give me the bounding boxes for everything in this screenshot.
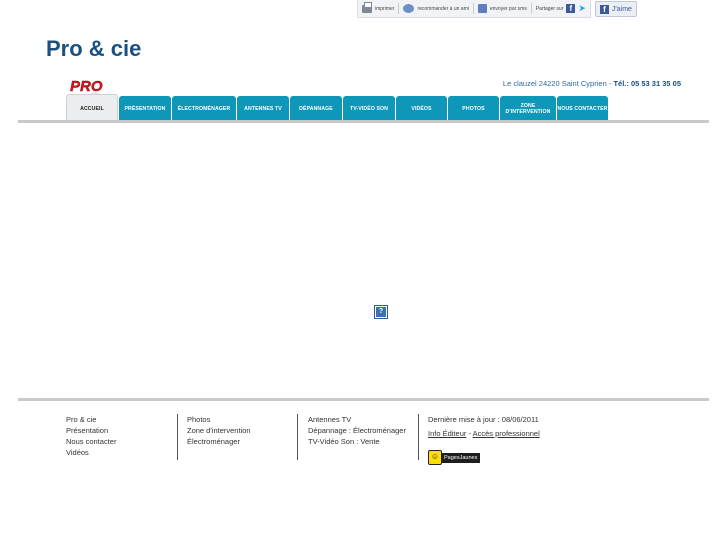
mail-icon bbox=[477, 4, 487, 13]
divider bbox=[398, 3, 400, 14]
footer-link[interactable]: Antennes TV bbox=[308, 414, 406, 425]
share-on: Partager sur f ➤ bbox=[536, 4, 586, 13]
footer-separator bbox=[418, 414, 419, 460]
footer-col-4: Dernière mise à jour : 08/06/2011 Info É… bbox=[428, 414, 540, 439]
divider bbox=[530, 3, 532, 14]
tab-accueil[interactable]: ACCUEIL bbox=[66, 94, 118, 122]
logo-text: PRO bbox=[70, 78, 103, 95]
facebook-icon[interactable]: f bbox=[566, 4, 576, 13]
facebook-icon: f bbox=[599, 4, 609, 14]
send-label: envoyer par sms bbox=[489, 5, 527, 12]
last-update: Dernière mise à jour : 08/06/2011 bbox=[428, 415, 539, 424]
pagesjaunes-label: PagesJaunes bbox=[441, 452, 481, 463]
recommend-button[interactable]: recommander à un ami bbox=[403, 4, 469, 13]
smiley-icon: ☺ bbox=[428, 450, 442, 465]
footer-link[interactable]: Vidéos bbox=[66, 447, 116, 458]
separator: - bbox=[608, 79, 612, 88]
send-sms-button[interactable]: envoyer par sms bbox=[477, 4, 527, 13]
footer-link[interactable]: TV-Vidéo Son : Vente bbox=[308, 436, 406, 447]
broken-image-icon: ? bbox=[374, 305, 388, 319]
footer-separator bbox=[177, 414, 178, 460]
print-button[interactable]: imprimer bbox=[362, 1, 395, 13]
address: Le clauzel 24220 Saint Cyprien bbox=[502, 79, 607, 88]
site-title[interactable]: Pro & cie bbox=[46, 36, 141, 62]
phone-number: Tél.: 05 53 31 35 05 bbox=[613, 79, 681, 88]
footer-links-row: Info Éditeur - Accès professionnel bbox=[428, 428, 540, 439]
facebook-like-button[interactable]: f J'aime bbox=[594, 1, 637, 17]
footer-link[interactable]: Présentation bbox=[66, 425, 116, 436]
main-nav: ACCUEIL PRÉSENTATION ÉLECTROMÉNAGER ANTE… bbox=[66, 94, 608, 122]
info-editeur-link[interactable]: Info Éditeur bbox=[428, 429, 466, 438]
tab-videos[interactable]: VIDÉOS bbox=[396, 96, 447, 122]
tab-antennes-tv[interactable]: ANTENNES TV bbox=[237, 96, 289, 122]
tab-photos[interactable]: PHOTOS bbox=[448, 96, 499, 122]
print-label: imprimer bbox=[375, 5, 395, 12]
pagesjaunes-logo[interactable]: ☺ PagesJaunes bbox=[428, 450, 481, 465]
footer-link[interactable]: Pro & cie bbox=[66, 414, 116, 425]
contact-info: Le clauzel 24220 Saint Cyprien - Tél.: 0… bbox=[503, 79, 681, 88]
acces-pro-link[interactable]: Accès professionnel bbox=[473, 429, 540, 438]
nav-divider bbox=[18, 120, 709, 123]
tab-zone-intervention[interactable]: ZONE D'INTERVENTION bbox=[500, 96, 556, 122]
share-toolbar: imprimer recommander à un ami envoyer pa… bbox=[357, 0, 665, 18]
footer-link[interactable]: Électroménager bbox=[187, 436, 251, 447]
tab-nous-contacter[interactable]: NOUS CONTACTER bbox=[557, 96, 608, 122]
share-on-label: Partager sur bbox=[535, 5, 564, 12]
tab-depannage[interactable]: DÉPANNAGE bbox=[290, 96, 342, 122]
like-label: J'aime bbox=[611, 5, 632, 13]
footer-col-2: Photos Zone d'intervention Électroménage… bbox=[187, 414, 251, 447]
footer-divider bbox=[18, 398, 709, 401]
tab-tv-video-son[interactable]: TV-VIDÉO SON bbox=[343, 96, 395, 122]
recommend-label: recommander à un ami bbox=[417, 5, 469, 12]
footer-link[interactable]: Nous contacter bbox=[66, 436, 116, 447]
footer-link[interactable]: Photos bbox=[187, 414, 251, 425]
link-dash: - bbox=[468, 429, 471, 438]
printer-icon bbox=[362, 1, 372, 13]
footer-separator bbox=[297, 414, 298, 460]
footer-link[interactable]: Dépannage : Électroménager bbox=[308, 425, 406, 436]
divider bbox=[472, 3, 474, 14]
footer-col-1: Pro & cie Présentation Nous contacter Vi… bbox=[66, 414, 116, 458]
footer-col-3: Antennes TV Dépannage : Électroménager T… bbox=[308, 414, 406, 447]
tab-electromenager[interactable]: ÉLECTROMÉNAGER bbox=[172, 96, 236, 122]
footer-link[interactable]: Zone d'intervention bbox=[187, 425, 251, 436]
tab-presentation[interactable]: PRÉSENTATION bbox=[119, 96, 171, 122]
recommend-icon bbox=[403, 4, 415, 13]
share-box: imprimer recommander à un ami envoyer pa… bbox=[357, 0, 591, 18]
twitter-icon[interactable]: ➤ bbox=[578, 4, 586, 13]
